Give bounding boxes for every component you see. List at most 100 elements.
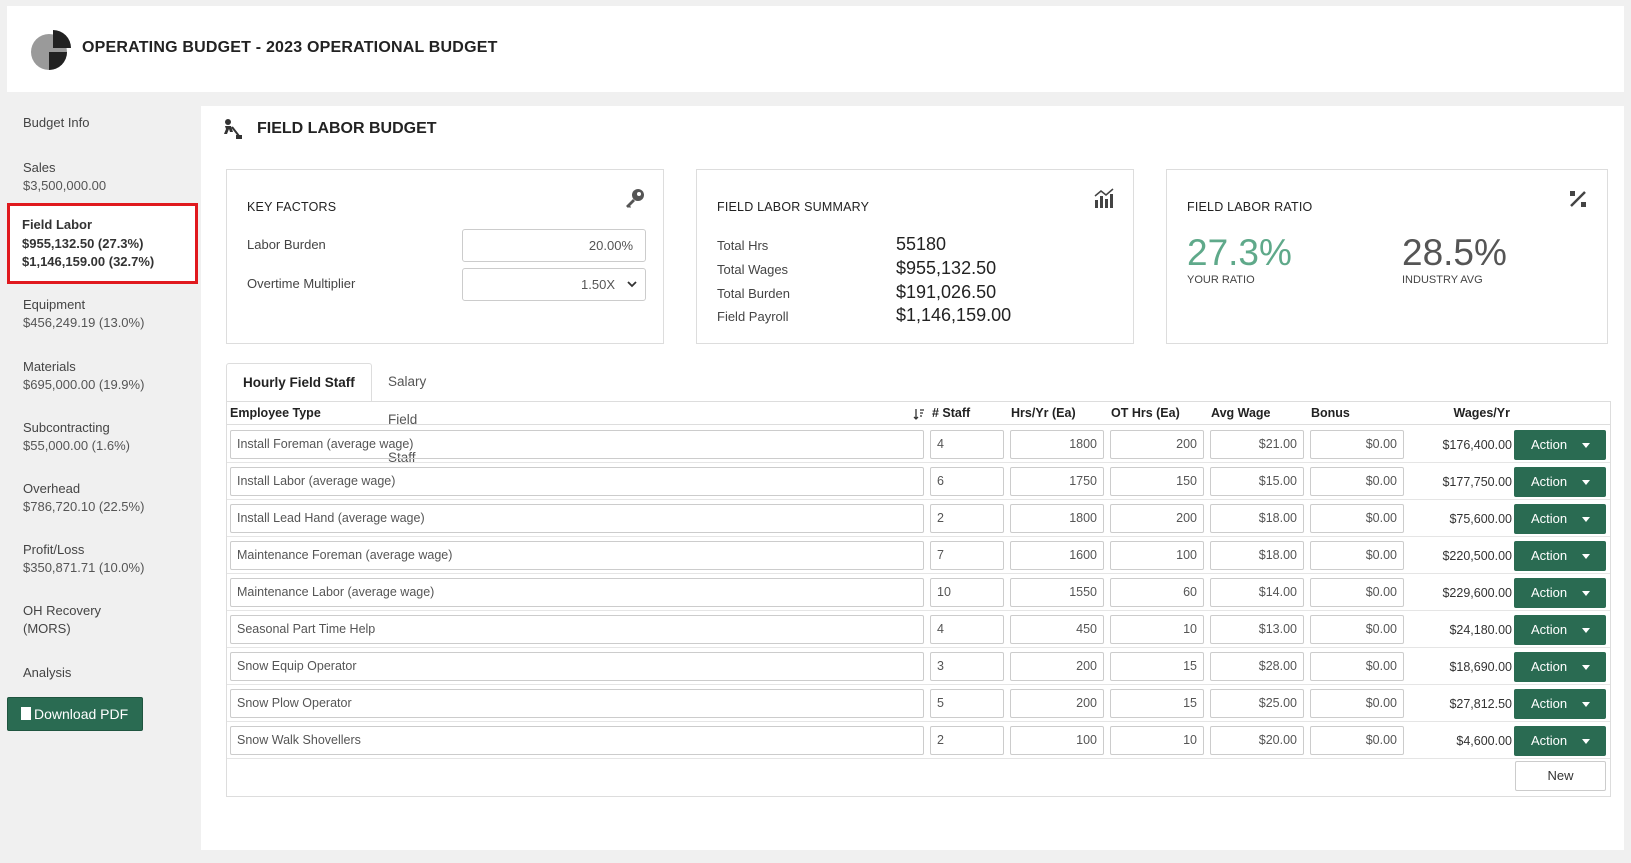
hours-per-year-input[interactable]: 1750 [1010, 467, 1104, 496]
sidebar-item-value: $3,500,000.00 [23, 178, 107, 193]
sidebar-item-label: Field Labor [22, 217, 93, 232]
bonus-input[interactable]: $0.00 [1310, 467, 1404, 496]
sidebar-item-subcontracting[interactable]: Subcontracting $55,000.00 (1.6%) [23, 419, 130, 455]
download-pdf-label: Download PDF [34, 706, 129, 722]
bonus-input[interactable]: $0.00 [1310, 541, 1404, 570]
download-pdf-button[interactable]: Download PDF [7, 697, 143, 731]
action-dropdown-button[interactable]: Action [1514, 615, 1606, 645]
table-header: Employee Type # Staff Hrs/Yr (Ea) OT Hrs… [227, 401, 1610, 425]
employee-type-input[interactable]: Install Labor (average wage) [230, 467, 924, 496]
staff-count-input[interactable]: 7 [930, 541, 1004, 570]
sidebar-item-overhead[interactable]: Overhead $786,720.10 (22.5%) [23, 480, 144, 516]
employee-type-input[interactable]: Snow Plow Operator [230, 689, 924, 718]
action-dropdown-button[interactable]: Action [1514, 689, 1606, 719]
avg-wage-input[interactable]: $15.00 [1210, 467, 1304, 496]
hours-per-year-input[interactable]: 200 [1010, 689, 1104, 718]
action-dropdown-button[interactable]: Action [1514, 467, 1606, 497]
staff-count-input[interactable]: 2 [930, 726, 1004, 755]
sidebar-item-label: Equipment [23, 297, 86, 312]
avg-wage-input[interactable]: $25.00 [1210, 689, 1304, 718]
employee-type-input[interactable]: Maintenance Labor (average wage) [230, 578, 924, 607]
action-dropdown-button[interactable]: Action [1514, 504, 1606, 534]
sort-icon[interactable] [913, 408, 925, 420]
employee-type-input[interactable]: Snow Walk Shovellers [230, 726, 924, 755]
sidebar-item-label: Subcontracting [23, 420, 110, 435]
hours-per-year-input[interactable]: 1800 [1010, 430, 1104, 459]
action-label: Action [1531, 733, 1568, 748]
bonus-input[interactable]: $0.00 [1310, 578, 1404, 607]
hours-per-year-input[interactable]: 100 [1010, 726, 1104, 755]
summary-value: $191,026.50 [896, 282, 997, 302]
avg-wage-input[interactable]: $14.00 [1210, 578, 1304, 607]
staff-count-input[interactable]: 2 [930, 504, 1004, 533]
ot-hours-input[interactable]: 15 [1110, 689, 1204, 718]
employee-type-input[interactable]: Install Lead Hand (average wage) [230, 504, 924, 533]
bonus-input[interactable]: $0.00 [1310, 689, 1404, 718]
employee-type-input[interactable]: Snow Equip Operator [230, 652, 924, 681]
sidebar-item-analysis[interactable]: Analysis [23, 664, 71, 682]
staff-count-input[interactable]: 10 [930, 578, 1004, 607]
worker-shovel-icon [224, 119, 242, 139]
sidebar-item-budget-info[interactable]: Budget Info [23, 114, 90, 132]
industry-avg-value: 28.5% [1402, 232, 1507, 273]
avg-wage-input[interactable]: $18.00 [1210, 504, 1304, 533]
staff-count-input[interactable]: 5 [930, 689, 1004, 718]
sidebar-item-field-labor[interactable]: Field Labor $955,132.50 (27.3%) $1,146,1… [7, 203, 198, 284]
summary-label: Total Burden [717, 286, 790, 301]
summary-label: Field Payroll [717, 309, 789, 324]
sidebar-item-profit-loss[interactable]: Profit/Loss $350,871.71 (10.0%) [23, 541, 144, 577]
ot-hours-input[interactable]: 150 [1110, 467, 1204, 496]
labor-burden-label: Labor Burden [247, 237, 326, 252]
wages-per-year-value: $177,750.00 [1442, 475, 1512, 489]
avg-wage-input[interactable]: $20.00 [1210, 726, 1304, 755]
caret-down-icon [1582, 739, 1590, 744]
labor-burden-input[interactable]: 20.00% [462, 229, 646, 262]
employee-type-input[interactable]: Install Foreman (average wage) [230, 430, 924, 459]
bonus-input[interactable]: $0.00 [1310, 504, 1404, 533]
avg-wage-input[interactable]: $21.00 [1210, 430, 1304, 459]
tab-hourly-field-staff[interactable]: Hourly Field Staff [226, 363, 372, 402]
employee-type-input[interactable]: Seasonal Part Time Help [230, 615, 924, 644]
hours-per-year-input[interactable]: 1550 [1010, 578, 1104, 607]
ot-hours-input[interactable]: 10 [1110, 615, 1204, 644]
action-dropdown-button[interactable]: Action [1514, 541, 1606, 571]
action-dropdown-button[interactable]: Action [1514, 430, 1606, 460]
ot-hours-input[interactable]: 100 [1110, 541, 1204, 570]
staff-count-input[interactable]: 4 [930, 430, 1004, 459]
employee-type-input[interactable]: Maintenance Foreman (average wage) [230, 541, 924, 570]
sidebar-item-sales[interactable]: Sales $3,500,000.00 [23, 159, 106, 195]
new-row-button[interactable]: New [1515, 761, 1606, 791]
staff-count-input[interactable]: 4 [930, 615, 1004, 644]
staff-count-input[interactable]: 3 [930, 652, 1004, 681]
action-dropdown-button[interactable]: Action [1514, 726, 1606, 756]
ot-hours-input[interactable]: 10 [1110, 726, 1204, 755]
sidebar-item-equipment[interactable]: Equipment $456,249.19 (13.0%) [23, 296, 144, 332]
bonus-input[interactable]: $0.00 [1310, 615, 1404, 644]
bonus-input[interactable]: $0.00 [1310, 726, 1404, 755]
action-dropdown-button[interactable]: Action [1514, 652, 1606, 682]
action-label: Action [1531, 585, 1568, 600]
ot-hours-input[interactable]: 200 [1110, 504, 1204, 533]
column-header: Hrs/Yr (Ea) [1011, 406, 1076, 420]
table-row: Install Labor (average wage) 6 1750 150 $15.… [227, 463, 1610, 500]
sidebar-item-materials[interactable]: Materials $695,000.00 (19.9%) [23, 358, 144, 394]
wages-per-year-value: $24,180.00 [1449, 623, 1512, 637]
staff-count-input[interactable]: 6 [930, 467, 1004, 496]
avg-wage-input[interactable]: $28.00 [1210, 652, 1304, 681]
card-title: KEY FACTORS [247, 200, 337, 214]
hours-per-year-input[interactable]: 450 [1010, 615, 1104, 644]
hours-per-year-input[interactable]: 1600 [1010, 541, 1104, 570]
avg-wage-input[interactable]: $13.00 [1210, 615, 1304, 644]
ot-hours-input[interactable]: 200 [1110, 430, 1204, 459]
sidebar-item-oh-recovery[interactable]: OH Recovery (MORS) [23, 602, 101, 638]
tab-salary-field-staff[interactable]: Salary Field Staff [372, 363, 442, 465]
ot-hours-input[interactable]: 60 [1110, 578, 1204, 607]
bonus-input[interactable]: $0.00 [1310, 652, 1404, 681]
bonus-input[interactable]: $0.00 [1310, 430, 1404, 459]
hours-per-year-input[interactable]: 200 [1010, 652, 1104, 681]
ot-hours-input[interactable]: 15 [1110, 652, 1204, 681]
action-dropdown-button[interactable]: Action [1514, 578, 1606, 608]
hours-per-year-input[interactable]: 1800 [1010, 504, 1104, 533]
avg-wage-input[interactable]: $18.00 [1210, 541, 1304, 570]
overtime-multiplier-select[interactable]: 1.50X [462, 268, 646, 301]
